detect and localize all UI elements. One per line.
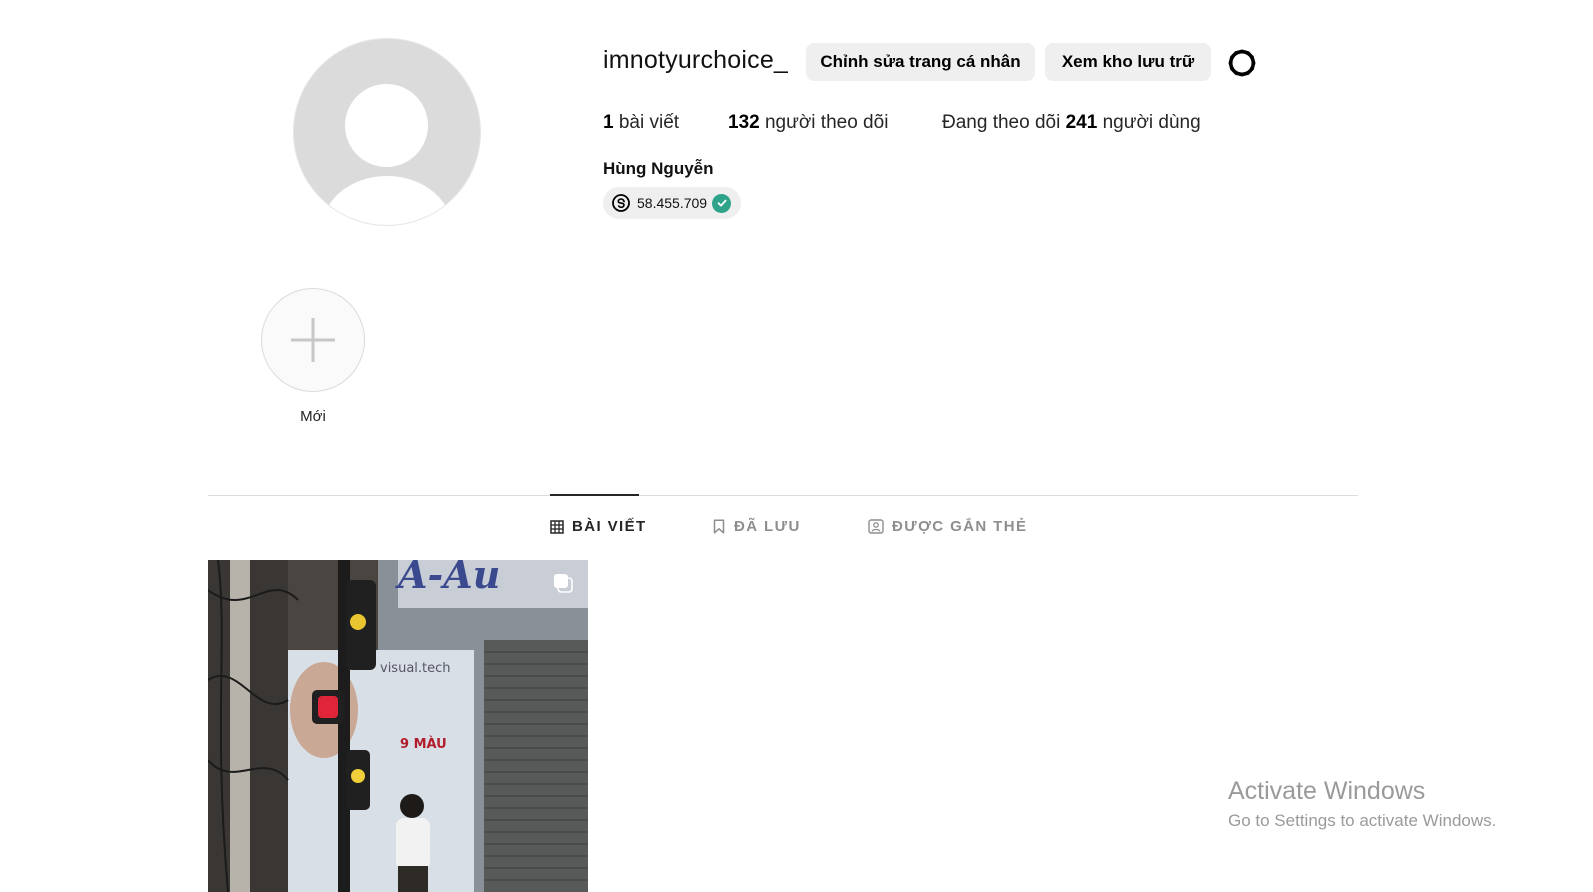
followers-label: người theo dõi (764, 112, 889, 133)
tagged-icon (868, 519, 884, 534)
avatar-placeholder-body (321, 176, 453, 225)
profile-username: imnotyurchoice_ (603, 46, 789, 74)
threads-count: 58.455.709 (637, 195, 708, 211)
new-highlight-button[interactable] (261, 288, 365, 392)
windows-activation-title: Activate Windows (1228, 777, 1426, 805)
profile-full-name: Hùng Nguyễn (603, 159, 714, 178)
threads-icon (612, 194, 630, 212)
new-highlight-label: Mới (300, 408, 326, 425)
svg-text:visual.tech: visual.tech (380, 661, 451, 676)
followers-stat[interactable]: 132 người theo dõi (728, 112, 888, 134)
tab-saved-label: ĐÃ LƯU (734, 518, 801, 535)
posts-count-value: 1 (603, 112, 614, 133)
following-count-value: 241 (1065, 112, 1098, 133)
grid-icon (550, 519, 564, 534)
threads-badge[interactable]: 58.455.709 (603, 187, 742, 219)
posts-count-stat: 1 bài viết (603, 112, 679, 134)
tab-tagged[interactable]: ĐƯỢC GẮN THẺ (868, 518, 1027, 535)
svg-text:A-Âu: A-Âu (395, 560, 500, 597)
post-photo: A-Âu visual.tech 9 MÀU (208, 560, 588, 892)
verified-check-icon (712, 193, 732, 213)
post-thumbnail[interactable]: A-Âu visual.tech 9 MÀU (208, 560, 588, 892)
profile-avatar[interactable] (294, 39, 480, 225)
view-archive-button[interactable]: Xem kho lưu trữ (1045, 43, 1211, 81)
avatar-placeholder-head (345, 84, 428, 167)
plus-icon (291, 318, 335, 362)
settings-gear-icon[interactable] (1227, 48, 1257, 78)
followers-count-value: 132 (728, 112, 760, 133)
multiple-images-icon (554, 574, 573, 593)
following-label: người dùng (1102, 112, 1201, 133)
following-stat[interactable]: Đang theo dõi 241 người dùng (942, 112, 1201, 134)
windows-activation-subtitle: Go to Settings to activate Windows. (1228, 811, 1497, 830)
tab-tagged-label: ĐƯỢC GẮN THẺ (892, 518, 1028, 535)
svg-text:9 MÀU: 9 MÀU (400, 736, 447, 752)
tab-posts-label: BÀI VIẾT (572, 518, 647, 535)
bookmark-icon (713, 519, 725, 534)
active-tab-indicator (550, 494, 639, 496)
tabs-divider (208, 495, 1358, 496)
tab-posts[interactable]: BÀI VIẾT (550, 518, 647, 535)
following-prefix: Đang theo dõi (942, 112, 1061, 133)
tab-saved[interactable]: ĐÃ LƯU (712, 518, 801, 535)
posts-count-label: bài viết (618, 112, 680, 133)
edit-profile-button[interactable]: Chỉnh sửa trang cá nhân (806, 43, 1035, 81)
